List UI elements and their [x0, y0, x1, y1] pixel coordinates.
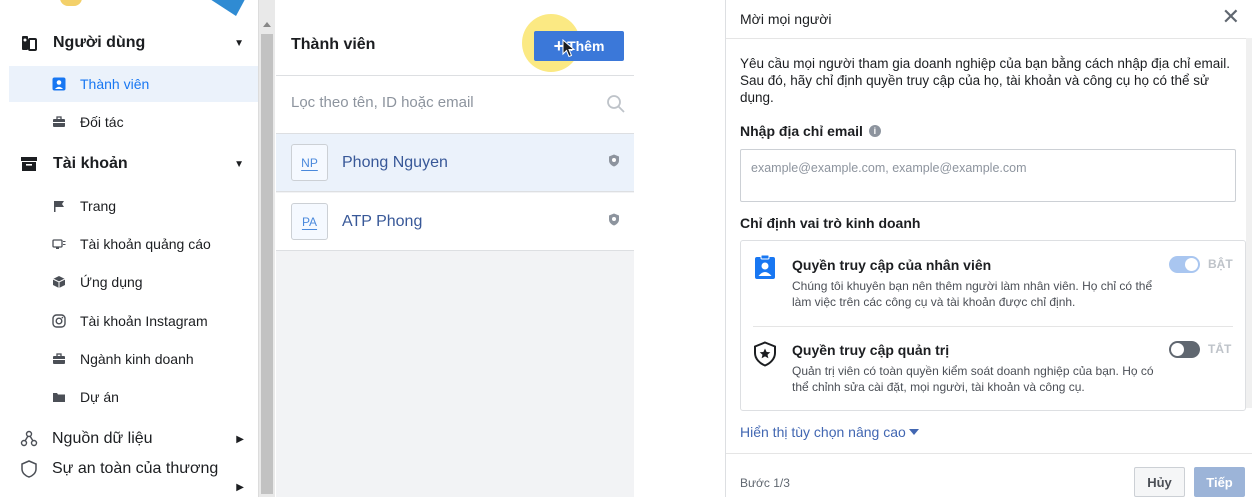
shield-icon: [608, 213, 620, 231]
member-name: Phong Nguyen: [342, 153, 448, 171]
sidebar-item-label: Tài khoản quảng cáo: [80, 236, 211, 252]
scroll-up-arrow-icon[interactable]: [263, 22, 271, 27]
sidebar-scrollbar[interactable]: [258, 0, 275, 497]
step-indicator: Bước 1/3: [740, 476, 790, 490]
role-description: Quản trị viên có toàn quyền kiểm soát do…: [792, 364, 1154, 394]
sidebar-item-label: Tài khoản Instagram: [80, 313, 208, 329]
next-button[interactable]: Tiếp: [1194, 467, 1245, 497]
member-search-input[interactable]: [291, 94, 591, 111]
role-options: Quyền truy cập của nhân viên Chúng tôi k…: [740, 240, 1246, 411]
dialog-description: Yêu cầu mọi người tham gia doanh nghiệp …: [740, 56, 1230, 105]
dialog-title: Mời mọi người: [740, 11, 832, 27]
role-title: Quyền truy cập của nhân viên: [792, 257, 992, 273]
sidebar-section-safety[interactable]: Sự an toàn của thương ▶: [0, 456, 258, 493]
sidebar-section-label: Người dùng: [53, 34, 146, 51]
member-name: ATP Phong: [342, 212, 423, 230]
sidebar-item-business-lines[interactable]: Ngành kinh doanh: [0, 341, 258, 377]
sidebar-item-apps[interactable]: Ứng dụng: [0, 264, 258, 300]
member-row[interactable]: NP Phong Nguyen: [276, 134, 634, 192]
info-icon[interactable]: i: [868, 125, 881, 137]
caret-down-icon: [908, 429, 919, 435]
shield-icon: [20, 460, 38, 478]
person-badge-icon: [52, 77, 66, 91]
flag-icon: [52, 199, 66, 213]
ad-account-icon: [52, 237, 66, 251]
caret-right-icon: ▶: [236, 433, 244, 445]
admin-access-toggle[interactable]: [1169, 341, 1200, 358]
avatar: NP: [291, 144, 328, 181]
sidebar-section-users[interactable]: Người dùng ▼: [0, 25, 258, 61]
sidebar-item-instagram[interactable]: Tài khoản Instagram: [0, 303, 258, 339]
close-icon[interactable]: ✕: [1222, 6, 1240, 28]
admin-shield-icon: [753, 341, 777, 372]
add-member-button[interactable]: + Thêm: [534, 31, 624, 61]
sidebar-item-label: Đối tác: [80, 114, 124, 130]
sidebar-section-label: Sự an toàn của thương: [52, 460, 219, 477]
employee-access-toggle[interactable]: [1169, 256, 1200, 273]
business-settings-screen: Người dùng ▼ Thành viên Đối tác Tài khoả…: [0, 0, 1252, 497]
briefcase-icon: [52, 115, 66, 129]
toggle-knob: [1185, 258, 1198, 271]
caret-right-icon: ▶: [236, 482, 244, 493]
sidebar-section-label: Tài khoản: [53, 155, 128, 172]
role-option-admin: Quyền truy cập quản trị Quản trị viên có…: [741, 327, 1245, 411]
sidebar-section-data-sources[interactable]: Nguồn dữ liệu ▶: [0, 421, 258, 457]
email-label-text: Nhập địa chỉ email: [740, 123, 863, 139]
sidebar-item-projects[interactable]: Dự án: [0, 379, 258, 415]
email-field-box: [740, 149, 1236, 202]
data-nodes-icon: [20, 430, 38, 448]
sidebar-item-label: Trang: [80, 198, 117, 214]
show-advanced-options-link[interactable]: Hiển thị tùy chọn nâng cao: [740, 424, 919, 440]
scrollbar-thumb[interactable]: [261, 34, 273, 494]
sidebar-item-members[interactable]: Thành viên: [9, 66, 258, 102]
role-description: Chúng tôi khuyên bạn nên thêm người làm …: [792, 279, 1153, 309]
advanced-label: Hiển thị tùy chọn nâng cao: [740, 424, 906, 440]
sidebar-item-label: Ngành kinh doanh: [80, 351, 194, 367]
sidebar-section-label: Nguồn dữ liệu: [52, 430, 153, 447]
users-icon: [20, 34, 38, 52]
instagram-icon: [52, 314, 66, 328]
email-field[interactable]: [751, 161, 1221, 175]
mouse-cursor-icon: [562, 39, 576, 58]
sidebar-item-label: Thành viên: [80, 76, 150, 92]
decorative-shape: [196, 0, 250, 16]
toggle-knob: [1171, 343, 1184, 356]
members-panel: Thành viên + Thêm NP Phong Nguyen PA ATP…: [276, 0, 634, 497]
caret-down-icon: ▼: [234, 37, 244, 49]
archive-icon: [20, 155, 38, 173]
divider: [726, 453, 1252, 454]
member-row[interactable]: PA ATP Phong: [276, 193, 634, 251]
dialog-scrollbar[interactable]: [1246, 38, 1252, 408]
email-field-label: Nhập địa chỉ email i: [740, 123, 881, 139]
avatar: PA: [291, 203, 328, 240]
cancel-button[interactable]: Hủy: [1134, 467, 1185, 497]
sidebar-item-ad-accounts[interactable]: Tài khoản quảng cáo: [0, 226, 258, 262]
sidebar-item-partners[interactable]: Đối tác: [0, 104, 258, 140]
members-header: Thành viên + Thêm: [276, 0, 634, 76]
search-icon[interactable]: [606, 94, 626, 119]
role-title: Quyền truy cập quản trị: [792, 342, 950, 358]
sidebar-item-label: Ứng dụng: [80, 274, 143, 290]
caret-down-icon: ▼: [234, 158, 244, 170]
member-filter: [276, 76, 634, 134]
shield-icon: [608, 154, 620, 172]
divider: [726, 38, 1252, 39]
invite-people-dialog: Mời mọi người ✕ Yêu cầu mọi người tham g…: [725, 0, 1252, 497]
role-option-employee: Quyền truy cập của nhân viên Chúng tôi k…: [741, 241, 1245, 326]
briefcase-icon: [52, 352, 66, 366]
decorative-shape: [60, 0, 82, 6]
sidebar-section-accounts[interactable]: Tài khoản ▼: [0, 146, 258, 182]
page-title: Thành viên: [291, 36, 376, 53]
folder-icon: [52, 390, 66, 404]
toggle-state-label: BẬT: [1208, 257, 1233, 271]
sidebar: Người dùng ▼ Thành viên Đối tác Tài khoả…: [0, 0, 258, 497]
sidebar-item-label: Dự án: [80, 389, 119, 405]
cube-icon: [52, 275, 66, 289]
role-section-label: Chỉ định vai trò kinh doanh: [740, 215, 921, 231]
employee-badge-icon: [753, 254, 777, 285]
sidebar-item-pages[interactable]: Trang: [0, 188, 258, 224]
toggle-state-label: TẮT: [1208, 342, 1232, 356]
